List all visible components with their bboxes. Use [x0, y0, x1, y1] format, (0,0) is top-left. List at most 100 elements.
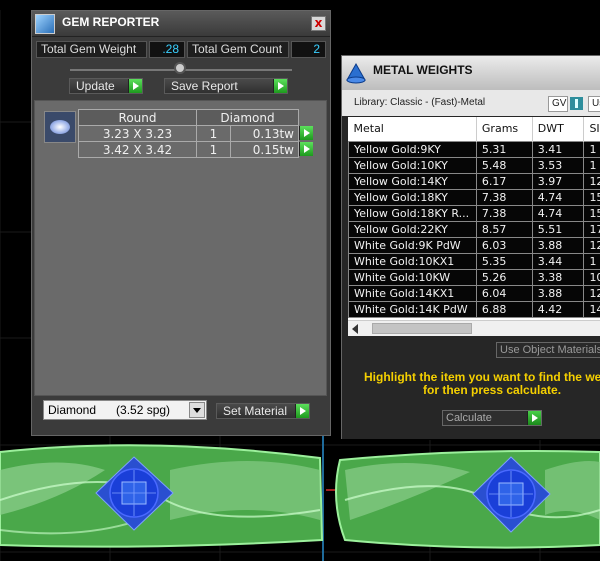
gem-size-cell: 3.42 X 3.42 [78, 141, 197, 158]
use-object-materials-button[interactable]: Use Object Materials [496, 342, 600, 358]
scrollbar-thumb[interactable] [372, 323, 472, 334]
metal-name-cell: White Gold:14KX1 [348, 284, 477, 302]
dwt-cell: 3.97 [531, 172, 585, 190]
metal-name-cell: White Gold:10KX1 [348, 252, 477, 270]
dwt-cell: 3.88 [531, 284, 585, 302]
table-row[interactable]: Yellow Gold:14KY6.173.9712 [348, 172, 600, 190]
table-row[interactable]: Yellow Gold:18KY7.384.7415 [348, 188, 600, 206]
table-row[interactable]: White Gold:14KX16.043.8812 [348, 284, 600, 302]
ring-model-right [335, 450, 600, 549]
material-select[interactable]: Diamond (3.52 spg) [43, 400, 207, 420]
calculate-button-label: Calculate [446, 412, 492, 424]
table-row[interactable]: Yellow Gold:22KY8.575.5117 [348, 220, 600, 238]
table-row[interactable]: Yellow Gold:10KY 5.48 3.53 1 [348, 156, 600, 174]
si-cell: 12 [583, 236, 600, 254]
table-row[interactable]: 3.42 X 3.42 1 0.15tw [78, 141, 317, 158]
total-gem-weight-label: Total Gem Weight [36, 41, 147, 58]
si-cell: 14 [583, 300, 600, 318]
hint-text-line2: for then press calculate. [423, 383, 562, 397]
table-row[interactable]: White Gold:10KX1 5.35 3.44 1 [348, 252, 600, 270]
total-gem-count-label: Total Gem Count [187, 41, 289, 58]
gem-material-header: Diamond [196, 109, 299, 126]
play-arrow-icon [527, 411, 541, 425]
dwt-cell: 5.51 [531, 220, 585, 238]
size-slider-handle[interactable] [174, 62, 186, 74]
metal-weights-titlebar[interactable]: METAL WEIGHTS [342, 56, 600, 90]
table-row[interactable]: 3.23 X 3.23 1 0.13tw [78, 125, 317, 142]
si-cell: 15 [583, 188, 600, 206]
dwt-cell: 3.41 [531, 140, 585, 158]
metal-name-cell: White Gold:9K PdW [348, 236, 477, 254]
gem-weight-cell: 0.13tw [230, 125, 299, 142]
si-cell: 10 [583, 268, 600, 286]
gem-reporter-titlebar[interactable]: GEM REPORTER x [32, 11, 330, 37]
metal-name-cell: Yellow Gold:10KY [348, 156, 477, 174]
dwt-cell: 3.38 [531, 268, 585, 286]
si-cell: 17 [583, 220, 600, 238]
dwt-cell: 4.42 [531, 300, 585, 318]
grams-cell: 5.26 [475, 268, 533, 286]
grams-cell: 5.35 [475, 252, 533, 270]
column-header-metal[interactable]: Metal [348, 117, 477, 141]
save-report-button[interactable]: Save Report [164, 78, 288, 94]
gem-table: Round Diamond 3.23 X 3.23 1 0.13tw 3.42 … [78, 109, 317, 158]
table-row[interactable]: White Gold:9K PdW6.033.8812 [348, 236, 600, 254]
play-arrow-icon [273, 79, 287, 93]
gem-qty-cell: 1 [196, 141, 231, 158]
total-gem-count-value: 2 [291, 41, 326, 58]
play-arrow-icon [295, 404, 309, 418]
table-row[interactable]: Yellow Gold:9KY 5.31 3.41 1 [348, 140, 600, 158]
library-label: Library: Classic - (Fast)-Metal [354, 97, 486, 108]
select-gem-arrow-icon[interactable] [299, 141, 313, 156]
grams-cell: 7.38 [475, 188, 533, 206]
grams-cell: 6.03 [475, 236, 533, 254]
grams-cell: 5.31 [475, 140, 533, 158]
metal-library-bar: Library: Classic - (Fast)-Metal GV Us [342, 90, 600, 116]
column-header-dwt[interactable]: DWT [532, 117, 585, 141]
select-gem-arrow-icon[interactable] [299, 125, 313, 140]
metal-name-cell: Yellow Gold:14KY [348, 172, 477, 190]
metal-name-cell: White Gold:14K PdW [348, 300, 477, 318]
table-row[interactable]: Yellow Gold:18KY R...7.384.7415 [348, 204, 600, 222]
scale-icon [346, 62, 366, 84]
si-cell: 12 [583, 284, 600, 302]
gem-size-cell: 3.23 X 3.23 [78, 125, 197, 142]
calculate-button[interactable]: Calculate [442, 410, 542, 426]
grams-cell: 8.57 [475, 220, 533, 238]
metal-weights-window: METAL WEIGHTS Library: Classic - (Fast)-… [341, 55, 600, 439]
gem-list-panel: Round Diamond 3.23 X 3.23 1 0.13tw 3.42 … [34, 100, 327, 396]
metal-name-cell: White Gold:10KW [348, 268, 477, 286]
dwt-cell: 3.44 [531, 252, 585, 270]
dwt-cell: 4.74 [531, 204, 585, 222]
save-report-button-label: Save Report [171, 79, 238, 93]
grams-cell: 6.17 [475, 172, 533, 190]
scroll-left-icon[interactable] [352, 324, 358, 334]
si-cell: 1 [583, 140, 600, 158]
set-material-button-label: Set Material [223, 404, 288, 418]
gem-qty-cell: 1 [196, 125, 231, 142]
gem-reporter-app-icon [35, 14, 55, 34]
si-cell: 12 [583, 172, 600, 190]
material-select-value: Diamond (3.52 spg) [48, 403, 171, 417]
grams-cell: 7.38 [475, 204, 533, 222]
si-cell: 1 [583, 252, 600, 270]
gem-thumbnail-icon[interactable] [44, 111, 76, 143]
update-button[interactable]: Update [69, 78, 143, 94]
column-header-grams[interactable]: Grams [476, 117, 533, 141]
horizontal-scrollbar[interactable] [348, 320, 600, 336]
dwt-cell: 4.74 [531, 188, 585, 206]
gem-reporter-title: GEM REPORTER [62, 15, 160, 29]
hint-text-line1: Highlight the item you want to find the … [364, 370, 600, 384]
set-material-button[interactable]: Set Material [216, 403, 310, 419]
close-button[interactable]: x [311, 16, 326, 31]
table-row[interactable]: White Gold:14K PdW6.884.4214 [348, 300, 600, 318]
gv-toggle[interactable] [570, 97, 583, 110]
metal-name-cell: Yellow Gold:18KY [348, 188, 477, 206]
dwt-cell: 3.53 [531, 156, 585, 174]
column-header-si[interactable]: SI [583, 117, 600, 141]
metal-table-container[interactable]: Metal Grams DWT SI Yellow Gold:9KY 5.31 3.… [348, 117, 600, 320]
us-label[interactable]: Us [588, 96, 600, 112]
table-row[interactable]: White Gold:10KW5.263.3810 [348, 268, 600, 286]
grams-cell: 6.04 [475, 284, 533, 302]
play-arrow-icon [128, 79, 142, 93]
